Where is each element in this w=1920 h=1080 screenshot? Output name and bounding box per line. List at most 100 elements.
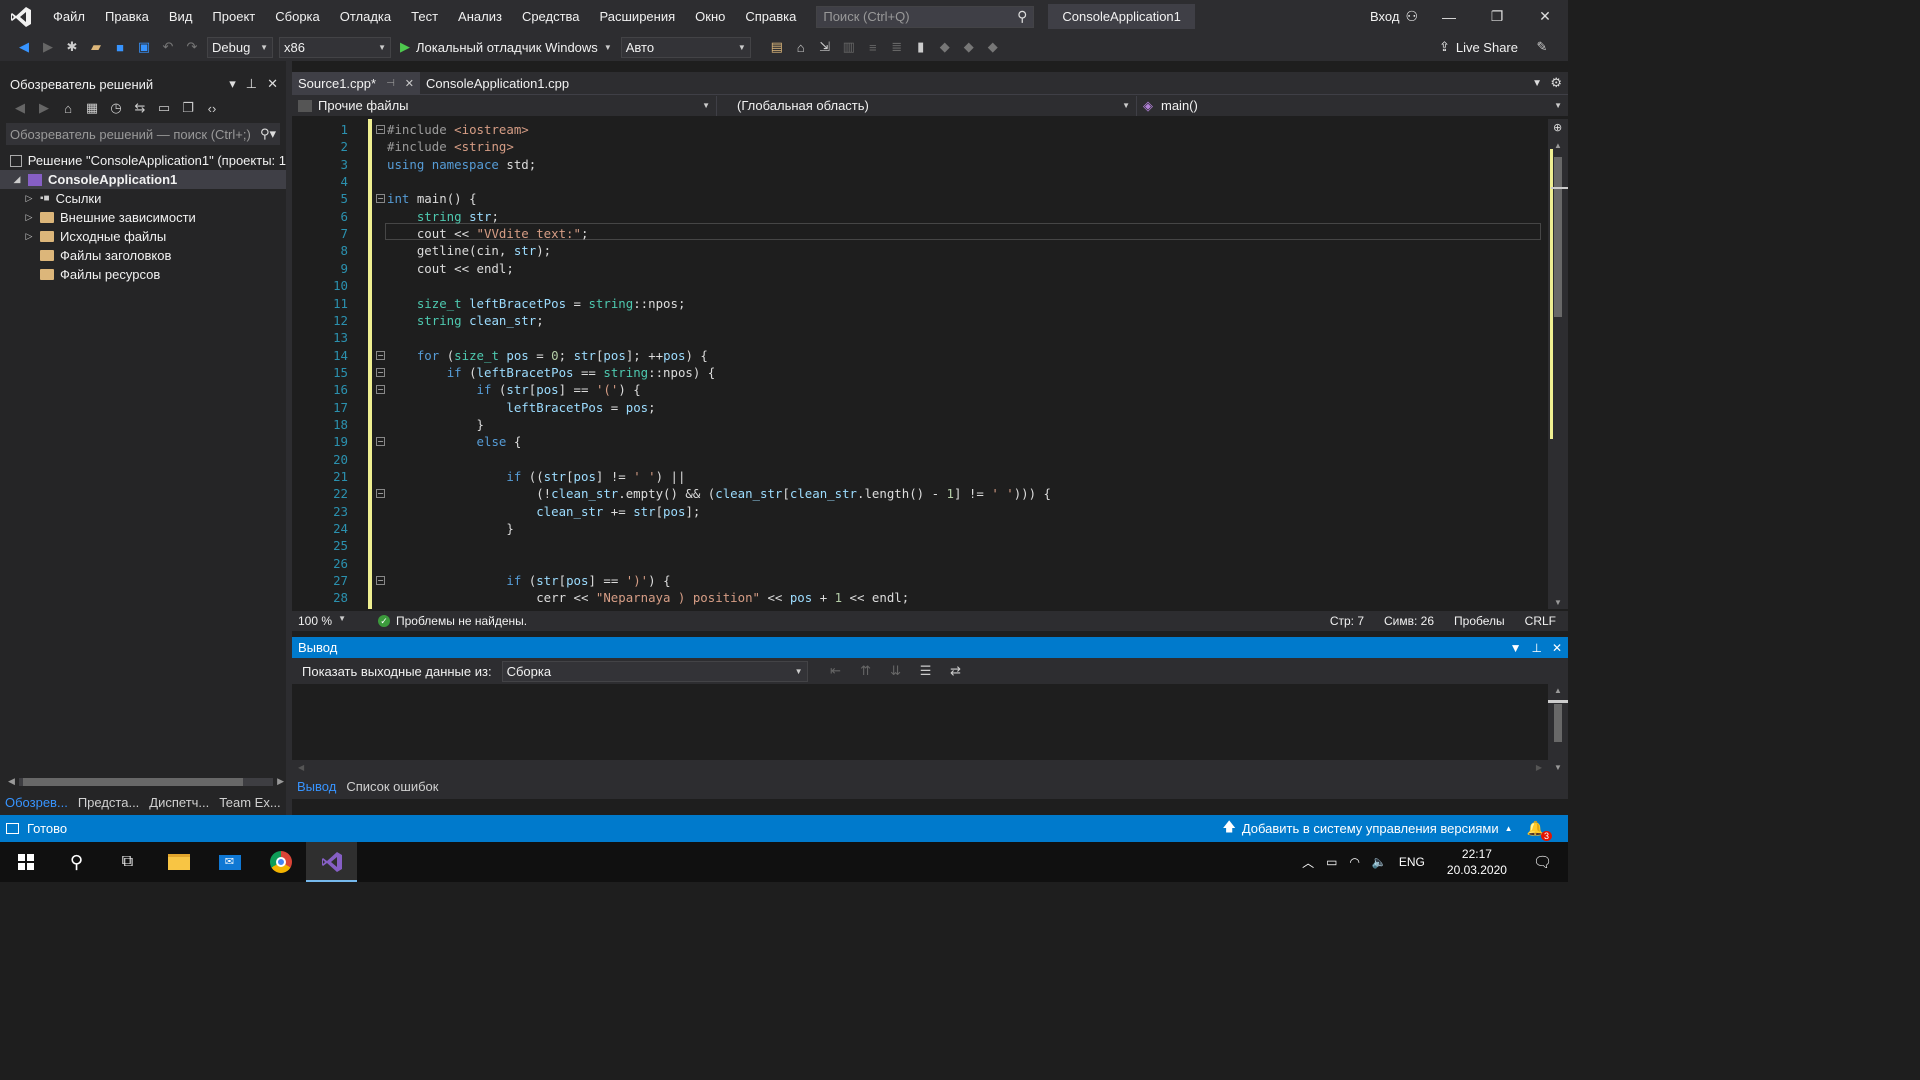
restore-button[interactable]: ❐ bbox=[1474, 0, 1520, 33]
se-bottom-tab[interactable]: Диспетч... bbox=[144, 795, 214, 810]
bookmark-icon[interactable]: ▮ bbox=[912, 38, 930, 56]
expanded-arrow-icon[interactable]: ◢ bbox=[10, 174, 24, 185]
live-share-button[interactable]: ⇪ Live Share bbox=[1439, 33, 1518, 61]
menu-item[interactable]: Сборка bbox=[265, 9, 330, 24]
menu-item[interactable]: Справка bbox=[735, 9, 806, 24]
nav-scope-select[interactable]: (Глобальная область) ▼ bbox=[717, 95, 1137, 116]
settings-gear-icon[interactable]: ⚙ bbox=[1550, 75, 1562, 91]
chrome-icon[interactable] bbox=[255, 842, 306, 882]
feedback-icon[interactable]: ✎ bbox=[1533, 38, 1551, 56]
collapse-toggle-icon[interactable]: − bbox=[376, 489, 385, 499]
run-mode-select[interactable]: Авто ▼ bbox=[620, 36, 751, 58]
output-vertical-scrollbar[interactable]: ▲ ▼ bbox=[1548, 684, 1568, 774]
switch-views-icon[interactable]: ▦ bbox=[83, 99, 101, 117]
run-debugger-button[interactable]: ▶ Локальный отладчик Windows ▼ bbox=[400, 39, 612, 55]
collapsed-arrow-icon[interactable]: ▷ bbox=[22, 231, 36, 242]
dropdown-icon[interactable]: ▼ bbox=[1510, 641, 1522, 655]
notifications-bell-icon[interactable]: 🔔 3 bbox=[1527, 820, 1552, 841]
prev-message-icon[interactable]: ⇈ bbox=[857, 662, 875, 680]
pin-icon[interactable]: ⊥ bbox=[246, 76, 257, 92]
sign-in-button[interactable]: Вход ⚇ bbox=[1370, 0, 1418, 33]
menu-item[interactable]: Окно bbox=[685, 9, 735, 24]
open-folder-icon[interactable]: ▰ bbox=[87, 38, 105, 56]
line-ending-indicator[interactable]: CRLF bbox=[1525, 614, 1556, 628]
tree-item[interactable]: Файлы ресурсов bbox=[10, 265, 286, 284]
back-icon[interactable]: ◀ bbox=[15, 38, 33, 56]
word-wrap-icon[interactable]: ⇄ bbox=[947, 662, 965, 680]
save-icon[interactable]: ■ bbox=[111, 38, 129, 56]
redo-icon[interactable]: ↷ bbox=[183, 38, 201, 56]
collapse-toggle-icon[interactable]: − bbox=[376, 437, 385, 447]
mail-icon[interactable]: ✉ bbox=[204, 842, 255, 882]
tab-source1[interactable]: Source1.cpp* ⊣ ✕ bbox=[292, 72, 420, 94]
find-message-icon[interactable]: ⇤ bbox=[827, 662, 845, 680]
wifi-icon[interactable]: ◠ bbox=[1349, 855, 1359, 869]
sync-icon[interactable]: ⇆ bbox=[131, 99, 149, 117]
back-icon[interactable]: ◀ bbox=[11, 99, 29, 117]
next-message-icon[interactable]: ⇊ bbox=[887, 662, 905, 680]
forward-icon[interactable]: ▶ bbox=[35, 99, 53, 117]
close-panel-icon[interactable]: ✕ bbox=[1552, 641, 1562, 655]
browser-link-icon[interactable]: ⌂ bbox=[792, 38, 810, 56]
tree-item[interactable]: ▷ Исходные файлы bbox=[10, 227, 286, 246]
uncomment-icon[interactable]: ≣ bbox=[888, 38, 906, 56]
dropdown-icon[interactable]: ▾ bbox=[229, 76, 236, 92]
forward-icon[interactable]: ▶ bbox=[39, 38, 57, 56]
output-tab[interactable]: Вывод bbox=[292, 779, 341, 794]
layout-icon[interactable]: ▥ bbox=[840, 38, 858, 56]
search-box[interactable]: Поиск (Ctrl+Q) ⚲ bbox=[816, 5, 1035, 28]
home-icon[interactable]: ⌂ bbox=[59, 99, 77, 117]
battery-icon[interactable]: ▭ bbox=[1326, 855, 1337, 869]
close-panel-icon[interactable]: ✕ bbox=[267, 76, 278, 92]
windows-start-icon[interactable] bbox=[0, 842, 51, 882]
step-icon[interactable]: ⇲ bbox=[816, 38, 834, 56]
clock[interactable]: 22:17 20.03.2020 bbox=[1447, 846, 1507, 878]
tree-item[interactable]: Файлы заголовков bbox=[10, 246, 286, 265]
minimize-button[interactable]: — bbox=[1426, 0, 1472, 33]
pin-icon[interactable]: ⊣ bbox=[386, 78, 395, 89]
menu-item[interactable]: Файл bbox=[43, 9, 95, 24]
se-bottom-tab[interactable]: Team Ex... bbox=[214, 795, 285, 810]
code-view-icon[interactable]: ‹› bbox=[203, 99, 221, 117]
collapse-toggle-icon[interactable]: − bbox=[376, 194, 385, 204]
collapse-toggle-icon[interactable]: − bbox=[376, 350, 385, 360]
menu-item[interactable]: Правка bbox=[95, 9, 159, 24]
whitespace-indicator[interactable]: Пробелы bbox=[1454, 614, 1505, 628]
task-view-icon[interactable]: ⧉ bbox=[102, 842, 153, 882]
visual-studio-taskbar-icon[interactable] bbox=[306, 842, 357, 882]
next-bookmark-icon[interactable]: ◆ bbox=[960, 38, 978, 56]
horizontal-scrollbar[interactable]: ◀ ▶ bbox=[8, 775, 284, 788]
issues-indicator[interactable]: ✓ Проблемы не найдены. bbox=[378, 614, 527, 628]
save-all-icon[interactable]: ▣ bbox=[135, 38, 153, 56]
output-tab[interactable]: Список ошибок bbox=[341, 779, 443, 794]
tab-consoleapplication1[interactable]: ConsoleApplication1.cpp bbox=[420, 72, 575, 94]
tree-solution[interactable]: Решение "ConsoleApplication1" (проекты: … bbox=[10, 151, 286, 170]
collapse-toggle-icon[interactable]: − bbox=[376, 367, 385, 377]
comment-icon[interactable]: ≡ bbox=[864, 38, 882, 56]
nav-files-select[interactable]: Прочие файлы ▼ bbox=[292, 95, 717, 116]
output-text-area[interactable]: ▲ ▼ ◀ ▶ bbox=[292, 684, 1568, 774]
new-project-icon[interactable]: ✱ bbox=[63, 38, 81, 56]
file-explorer-icon[interactable] bbox=[153, 842, 204, 882]
zoom-select[interactable]: 100 % ▼ bbox=[292, 614, 352, 628]
platform-select[interactable]: x86 ▼ bbox=[279, 36, 391, 58]
tree-item[interactable]: ▷ Внешние зависимости bbox=[10, 208, 286, 227]
undo-icon[interactable]: ↶ bbox=[159, 38, 177, 56]
clear-bookmarks-icon[interactable]: ◆ bbox=[984, 38, 1002, 56]
configuration-select[interactable]: Debug ▼ bbox=[207, 36, 273, 58]
collapse-toggle-icon[interactable]: − bbox=[376, 576, 385, 586]
se-bottom-tab[interactable]: Предста... bbox=[73, 795, 144, 810]
volume-icon[interactable]: 🔈 bbox=[1372, 855, 1387, 869]
pending-changes-icon[interactable]: ◷ bbox=[107, 99, 125, 117]
clear-all-icon[interactable]: ☰ bbox=[917, 662, 935, 680]
editor-vertical-scrollbar[interactable]: ⊕ ▲ ▼ bbox=[1548, 119, 1568, 609]
collapse-toggle-icon[interactable]: − bbox=[376, 385, 385, 395]
menu-item[interactable]: Тест bbox=[401, 9, 448, 24]
menu-item[interactable]: Вид bbox=[159, 9, 203, 24]
tab-list-dropdown-icon[interactable]: ▼ bbox=[1532, 78, 1542, 89]
menu-item[interactable]: Средства bbox=[512, 9, 590, 24]
se-bottom-tab[interactable]: Обозрев... bbox=[0, 795, 73, 810]
find-in-files-icon[interactable]: ▤ bbox=[768, 38, 786, 56]
taskbar-search-icon[interactable]: ⚲ bbox=[51, 842, 102, 882]
menu-item[interactable]: Отладка bbox=[330, 9, 401, 24]
